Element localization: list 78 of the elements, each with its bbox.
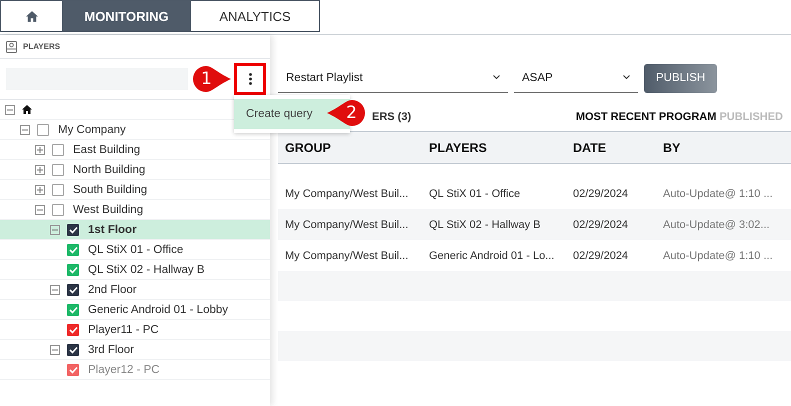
- checkbox[interactable]: [52, 144, 64, 156]
- column-header: BY: [662, 140, 682, 154]
- tab[interactable]: MONITORING: [63, 1, 191, 31]
- collapse-icon[interactable]: [50, 344, 60, 354]
- collapse-icon[interactable]: [50, 224, 60, 234]
- tree-item[interactable]: 3rd Floor: [0, 340, 270, 360]
- expand-icon[interactable]: [35, 164, 45, 174]
- step-callout: 1: [192, 65, 232, 93]
- checkbox[interactable]: [67, 224, 79, 236]
- table-cell-text: QL StiX 02 - Hallway B: [428, 218, 542, 230]
- panel-title: PLAYERS: [23, 42, 60, 51]
- tree-label: North Building: [73, 164, 146, 176]
- checkbox[interactable]: [37, 124, 49, 136]
- table-cell-text: 02/29/2024: [572, 188, 630, 200]
- tree-item[interactable]: Generic Android 01 - Lobby: [0, 300, 270, 320]
- checkbox[interactable]: [67, 284, 79, 296]
- tree-item[interactable]: Player11 - PC: [0, 320, 270, 340]
- tree-label: 2nd Floor: [88, 284, 137, 296]
- collapse-icon[interactable]: [20, 124, 30, 134]
- kebab-icon: [248, 73, 252, 85]
- column-header: DATE: [572, 140, 608, 154]
- table-cell-text: Generic Android 01 - Lo...: [428, 250, 556, 262]
- tree-item[interactable]: 1st Floor: [0, 220, 270, 240]
- tree-item[interactable]: North Building: [0, 160, 270, 180]
- checkbox[interactable]: [67, 304, 79, 316]
- tree-label: 3rd Floor: [88, 344, 134, 356]
- player-device-icon: [6, 40, 17, 52]
- table-cell-text: My Company/West Buil...: [284, 250, 410, 262]
- checkbox[interactable]: [67, 324, 79, 336]
- tree-label: South Building: [73, 184, 148, 196]
- table-cell-text: My Company/West Buil...: [284, 218, 410, 230]
- collapse-icon[interactable]: [35, 204, 45, 214]
- tree-label: QL StiX 02 - Hallway B: [88, 264, 205, 276]
- expand-icon[interactable]: [35, 184, 45, 194]
- more-options-button[interactable]: [234, 63, 266, 95]
- table-cell-text: Auto-Update@ 1:10 ...: [662, 250, 774, 262]
- action-select[interactable]: Restart Playlist: [278, 63, 508, 93]
- column-header: GROUP: [284, 140, 332, 154]
- home-icon: [22, 105, 32, 114]
- checkbox[interactable]: [52, 164, 64, 176]
- tree-label: Generic Android 01 - Lobby: [88, 304, 228, 316]
- table-cell-text: Auto-Update@ 1:10 ...: [662, 188, 774, 200]
- table-cell-text: Auto-Update@ 3:02...: [662, 218, 771, 230]
- table-cell-text: 02/29/2024: [572, 250, 630, 262]
- checkbox[interactable]: [67, 344, 79, 356]
- checkbox[interactable]: [52, 204, 64, 216]
- chevron-icon: [493, 75, 500, 80]
- step-callout: 2: [326, 99, 366, 127]
- tree-label: Player11 - PC: [88, 324, 159, 336]
- section-heading: MOST RECENT PROGRAM PUBLISHED: [576, 110, 783, 122]
- collapse-icon[interactable]: [5, 104, 15, 114]
- expand-icon[interactable]: [35, 144, 45, 154]
- table-cell-text: My Company/West Buil...: [284, 188, 410, 200]
- tree-item[interactable]: QL StiX 01 - Office: [0, 240, 270, 260]
- column-header: PLAYERS: [428, 140, 488, 154]
- section-heading: ERS (3): [372, 110, 412, 122]
- tree-item[interactable]: West Building: [0, 200, 270, 220]
- chevron-icon: [623, 75, 630, 80]
- tree-item[interactable]: 2nd Floor: [0, 280, 270, 300]
- tree-label: QL StiX 01 - Office: [88, 244, 184, 256]
- tree-item[interactable]: South Building: [0, 180, 270, 200]
- tree-label: West Building: [73, 204, 144, 216]
- table-cell-text: QL StiX 01 - Office: [428, 188, 522, 200]
- tree-item[interactable]: My Company: [0, 120, 270, 140]
- checkbox[interactable]: [67, 264, 79, 276]
- table-cell-text: 02/29/2024: [572, 218, 630, 230]
- tree-label: My Company: [58, 124, 126, 136]
- tree-item[interactable]: East Building: [0, 140, 270, 160]
- checkbox[interactable]: [52, 184, 64, 196]
- publish-button[interactable]: PUBLISH: [644, 64, 718, 92]
- collapse-icon[interactable]: [50, 284, 60, 294]
- checkbox[interactable]: [67, 244, 79, 256]
- tree-label: Player12 - PC: [88, 364, 160, 376]
- tree-label: East Building: [73, 144, 140, 156]
- tree-label: 1st Floor: [88, 224, 137, 236]
- tree-item[interactable]: QL StiX 02 - Hallway B: [0, 260, 270, 280]
- home-icon: [26, 10, 38, 22]
- timing-select[interactable]: ASAP: [514, 63, 638, 93]
